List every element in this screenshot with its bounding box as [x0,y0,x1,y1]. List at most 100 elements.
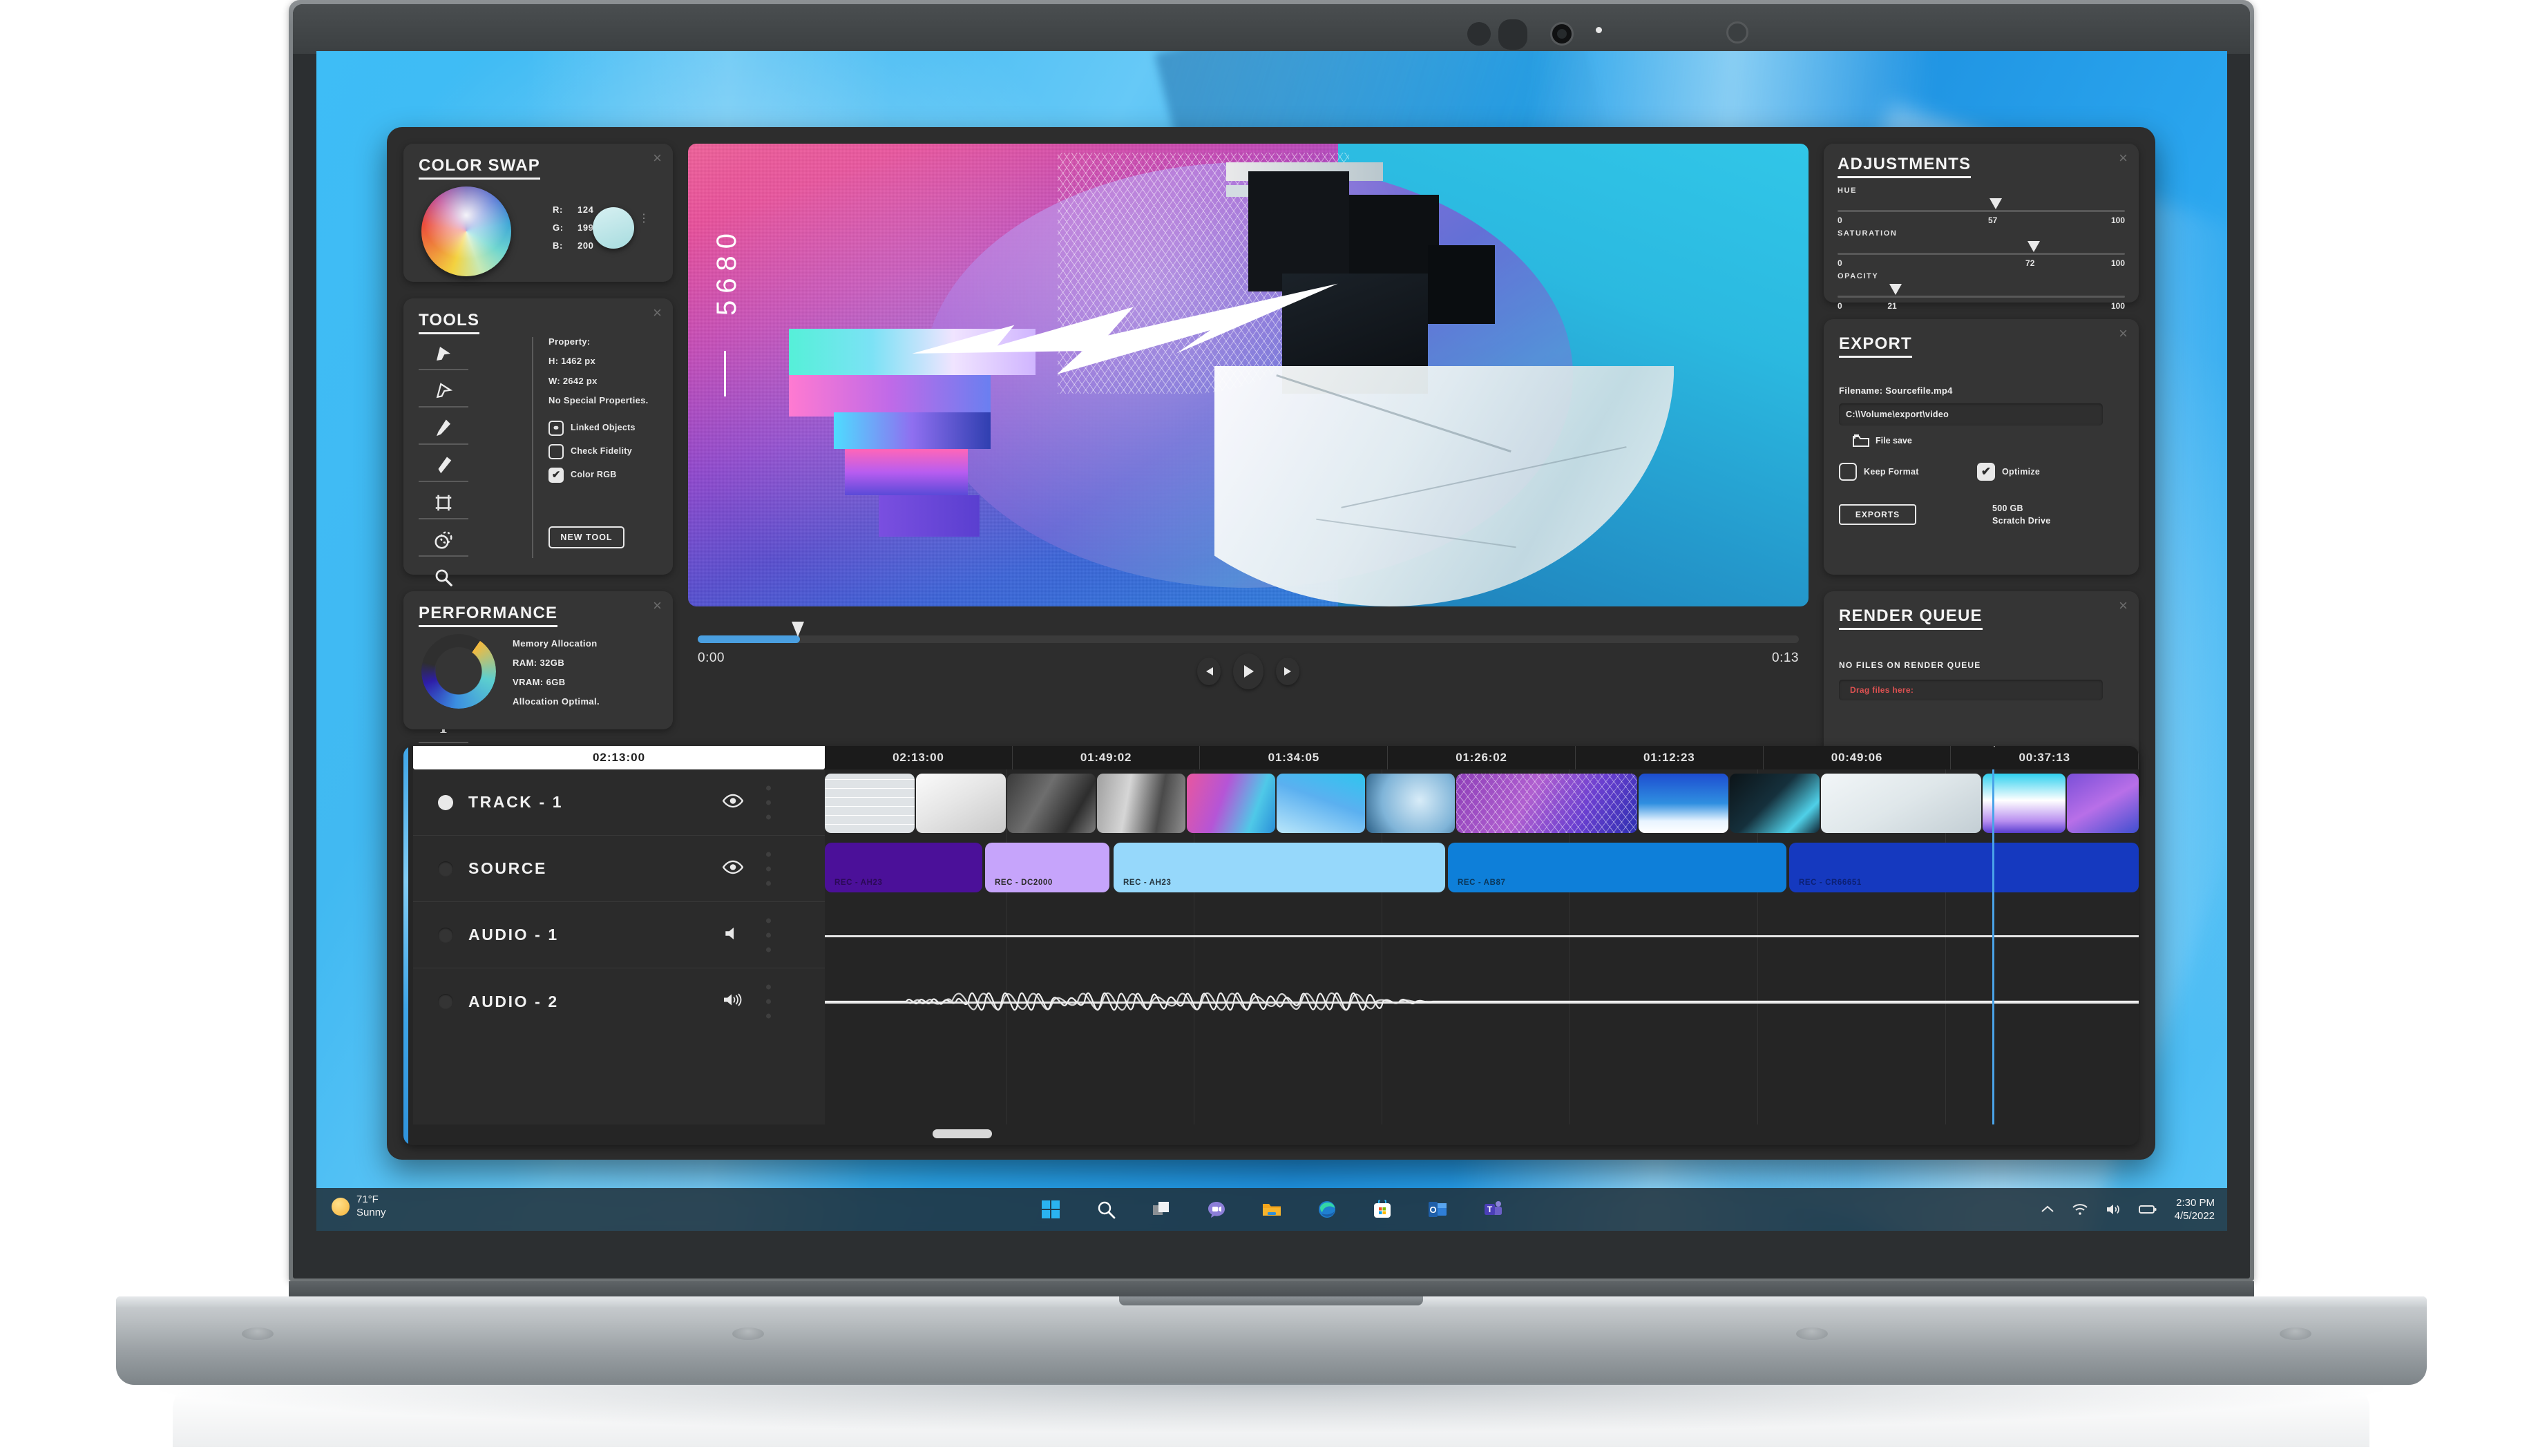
close-icon[interactable]: × [2119,326,2128,341]
linked-objects-row[interactable]: ⚭ Linked Objects [548,421,666,437]
track-enabled-indicator[interactable] [438,794,453,810]
clip-thumbnail[interactable] [1639,774,1728,833]
teams-icon[interactable]: T [1480,1196,1506,1223]
eye-icon[interactable] [722,856,744,881]
edge-browser-icon[interactable] [1314,1196,1340,1223]
clip-thumbnail[interactable] [1277,774,1365,833]
step-forward-icon[interactable] [1276,658,1299,685]
track-drag-handle[interactable] [766,785,771,819]
track-header-row[interactable]: AUDIO - 1 [413,902,825,968]
step-backward-icon[interactable] [1197,658,1221,685]
chat-teams-icon[interactable] [1203,1196,1230,1223]
opacity-slider-rail[interactable] [1838,284,2125,298]
show-hidden-icons-chevron-icon[interactable] [2041,1205,2054,1214]
close-icon[interactable]: × [2119,598,2128,613]
ellipse-select-tool-icon[interactable] [419,525,468,557]
search-icon[interactable] [1093,1196,1119,1223]
scrubber-playhead-handle[interactable] [792,622,804,637]
speaker-muted-icon[interactable] [723,923,743,947]
color-rgb-checkbox[interactable]: ✔ [548,468,564,483]
color-rgb-row[interactable]: ✔ Color RGB [548,468,666,483]
hue-slider-rail[interactable] [1838,198,2125,212]
clip-thumbnail[interactable] [1366,774,1455,833]
cursor-arrow-tool-icon[interactable] [419,338,468,370]
clip-thumbnail[interactable] [1821,774,1981,833]
export-path-input[interactable]: C:\\Volume\export\video [1839,403,2103,425]
play-icon[interactable] [1233,653,1263,689]
close-icon[interactable]: × [2119,151,2128,166]
track-enabled-indicator[interactable] [438,927,453,943]
track-drag-handle[interactable] [766,918,771,952]
check-fidelity-checkbox[interactable] [548,444,564,460]
clip-thumbnail[interactable] [1007,774,1096,833]
zoom-tool-icon[interactable] [419,562,468,594]
source-clip[interactable]: REC - DC2000 [985,843,1109,892]
source-clips-row[interactable]: REC - AH23 REC - DC2000 REC - AH23 REC -… [825,836,2139,902]
clip-thumbnail[interactable] [1730,774,1820,833]
audio-1-row[interactable] [825,902,2139,968]
speaker-loud-icon[interactable] [723,990,743,1014]
pen-tool-icon[interactable] [419,450,468,482]
microsoft-store-icon[interactable] [1369,1196,1395,1223]
color-wheel-picker[interactable] [421,186,511,276]
volume-icon[interactable] [2106,1203,2121,1216]
weather-widget[interactable]: 71°F Sunny [332,1194,386,1220]
outlook-icon[interactable]: O [1424,1196,1451,1223]
track-header-row[interactable]: SOURCE [413,836,825,902]
close-icon[interactable]: × [653,151,662,166]
source-clip[interactable]: REC - AB87 [1448,843,1786,892]
close-icon[interactable]: × [653,598,662,613]
track-enabled-indicator[interactable] [438,994,453,1009]
track-drag-handle[interactable] [766,984,771,1019]
timeline-playhead[interactable] [1992,769,1994,1124]
close-icon[interactable]: × [653,305,662,320]
track-enabled-indicator[interactable] [438,861,453,877]
video-preview-canvas[interactable]: 5680 [688,144,1809,606]
source-clip[interactable]: REC - AH23 [825,843,982,892]
render-queue-dropzone[interactable]: Drag files here: [1839,680,2103,700]
hue-slider-thumb[interactable] [1990,198,2003,209]
optimize-row[interactable]: ✔ Optimize [1977,463,2115,481]
scrubber-track[interactable] [698,635,1799,643]
clip-thumbnail[interactable] [1983,774,2065,833]
clip-thumbnail[interactable] [1456,774,1637,833]
track-header-row[interactable]: AUDIO - 2 [413,968,825,1035]
saturation-slider-thumb[interactable] [2027,241,2040,252]
clip-thumbnail[interactable] [2067,774,2139,833]
saturation-slider-rail[interactable] [1838,241,2125,255]
optimize-checkbox[interactable]: ✔ [1977,463,1995,481]
check-fidelity-row[interactable]: Check Fidelity [548,444,666,460]
track-header-row[interactable]: TRACK - 1 [413,769,825,836]
source-clip[interactable]: REC - CR66651 [1789,843,2139,892]
crop-tool-icon[interactable] [419,488,468,519]
eye-icon[interactable] [722,790,744,814]
source-clip[interactable]: REC - AH23 [1114,843,1445,892]
track-drag-handle[interactable] [766,852,771,885]
battery-icon[interactable] [2138,1205,2157,1214]
timeline-tracks-area[interactable]: REC - AH23 REC - DC2000 REC - AH23 REC -… [825,769,2139,1124]
clip-thumbnail[interactable] [1097,774,1185,833]
clip-thumbnail[interactable] [825,774,915,833]
taskbar-clock[interactable]: 2:30 PM 4/5/2022 [2175,1196,2215,1223]
link-icon[interactable]: ⚭ [548,421,564,437]
track-1-clips-row[interactable] [825,769,2139,836]
timeline-horizontal-scrollbar[interactable] [933,1129,992,1138]
start-windows-icon[interactable] [1038,1196,1064,1223]
opacity-slider-thumb[interactable] [1889,284,1902,295]
direct-select-tool-icon[interactable] [419,376,468,408]
exports-button[interactable]: EXPORTS [1839,504,1916,525]
more-options-kebab-icon[interactable]: ⋮ [638,213,649,224]
task-view-icon[interactable] [1148,1196,1174,1223]
wifi-icon[interactable] [2072,1203,2088,1216]
timeline-ruler[interactable]: 02:13:00 01:49:02 01:34:05 01:26:02 01:1… [825,746,2139,769]
keep-format-checkbox[interactable] [1839,463,1857,481]
clip-thumbnail[interactable] [1187,774,1275,833]
color-swatch-preview[interactable] [593,207,634,249]
file-save-row[interactable]: File save [1853,434,1912,448]
new-tool-button[interactable]: NEW TOOL [548,526,624,548]
pencil-tool-icon[interactable] [419,413,468,445]
audio-2-row[interactable] [825,968,2139,1035]
clip-thumbnail[interactable] [916,774,1006,833]
timeline-playhead-flag[interactable] [1987,746,2002,747]
keep-format-row[interactable]: Keep Format [1839,463,1977,481]
